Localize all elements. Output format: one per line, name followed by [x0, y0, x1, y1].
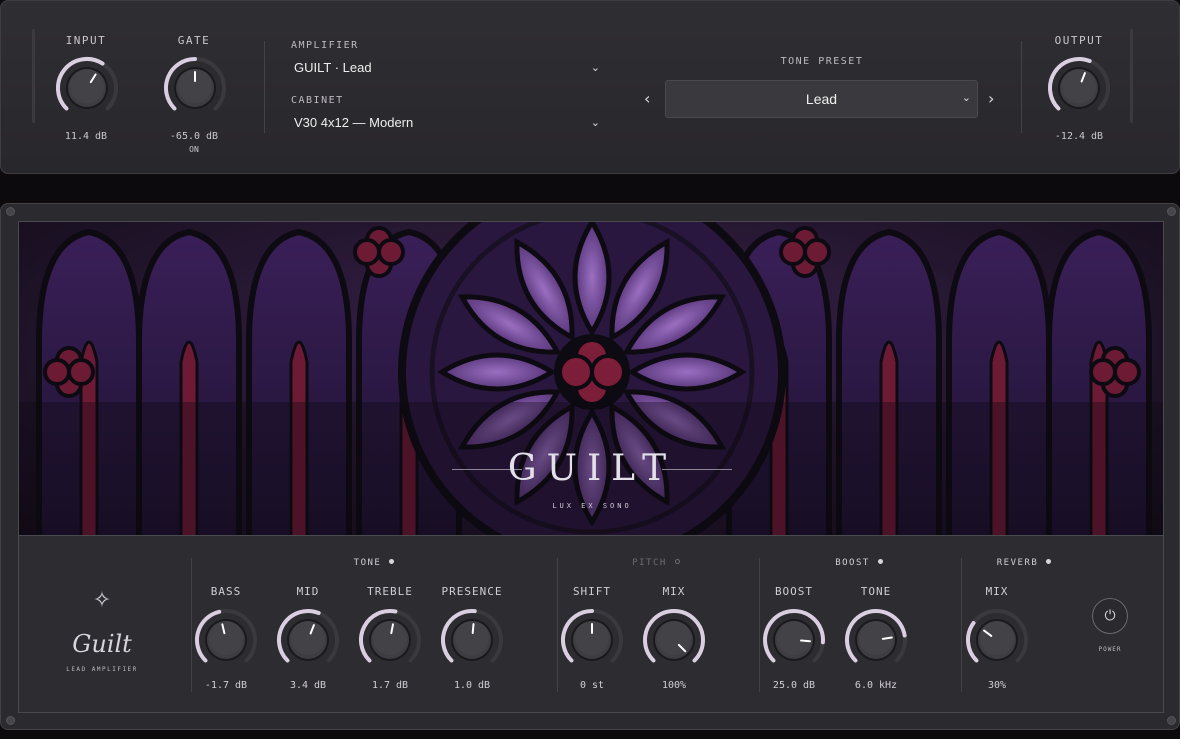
- tone-enabled-indicator[interactable]: [389, 559, 395, 564]
- tone-preset-label: TONE PRESET: [780, 56, 864, 67]
- output-knob[interactable]: [1047, 56, 1111, 120]
- gate-knob[interactable]: [163, 56, 227, 120]
- boost-knob[interactable]: [762, 608, 826, 672]
- reverb-mix-value: 30%: [987, 680, 1007, 691]
- pitch-section-header[interactable]: PITCH: [601, 558, 711, 568]
- boost-tone-label: TONE: [860, 585, 892, 598]
- divider: [191, 558, 192, 692]
- output-value: -12.4 dB: [1054, 131, 1104, 142]
- tone-preset-value: Lead: [805, 91, 838, 107]
- bass-value: -1.7 dB: [204, 680, 248, 691]
- reverb-mix-label: MIX: [985, 585, 1009, 598]
- cabinet-select[interactable]: V30 4x12 — Modern ⌄: [294, 111, 600, 133]
- amplifier-label: AMPLIFIER: [291, 40, 359, 51]
- treble-knob[interactable]: [358, 608, 422, 672]
- amplifier-select[interactable]: GUILT · Lead ⌄: [294, 56, 600, 78]
- screw: [1167, 716, 1176, 725]
- shift-value: 0 st: [579, 680, 605, 691]
- boost-label: BOOST: [774, 585, 814, 598]
- pitch-mix-value: 100%: [661, 680, 687, 691]
- reverb-section-header[interactable]: REVERB: [969, 558, 1079, 568]
- pitch-enabled-indicator[interactable]: [674, 559, 680, 564]
- chevron-down-icon: ⌄: [590, 61, 600, 74]
- screw: [6, 716, 15, 725]
- chevron-down-icon: ⌄: [961, 92, 971, 104]
- presence-knob[interactable]: [440, 608, 504, 672]
- reverb-enabled-indicator[interactable]: [1046, 559, 1052, 564]
- tone-section-title: TONE: [353, 558, 382, 568]
- tone-preset-select[interactable]: Lead ⌄: [665, 80, 978, 118]
- gate-value: -65.0 dB: [169, 131, 219, 142]
- preset-next-button[interactable]: ›: [988, 89, 994, 108]
- shift-knob[interactable]: [560, 608, 624, 672]
- pitch-mix-label: MIX: [662, 585, 686, 598]
- cabinet-value: V30 4x12 — Modern: [294, 114, 414, 130]
- mid-value: 3.4 dB: [289, 680, 327, 691]
- divider: [264, 41, 265, 133]
- sparkle-star-icon: ✧: [92, 588, 112, 613]
- screw: [1167, 207, 1176, 216]
- boost-enabled-indicator[interactable]: [877, 559, 883, 564]
- divider: [557, 558, 558, 692]
- bass-knob[interactable]: [194, 608, 258, 672]
- boost-tone-value: 6.0 kHz: [854, 680, 898, 691]
- tone-section-header[interactable]: TONE: [319, 558, 429, 568]
- brand-title: GUILT: [507, 448, 677, 489]
- mid-label: MID: [296, 585, 320, 598]
- presence-value: 1.0 dB: [453, 680, 491, 691]
- amp-panel: GUILT LUX EX SONO ✧ Guilt LEAD AMPLIFIER…: [0, 203, 1180, 730]
- input-label: INPUT: [65, 34, 107, 47]
- boost-section-title: BOOST: [835, 558, 870, 568]
- treble-label: TREBLE: [367, 585, 413, 598]
- power-icon: ⏻: [1104, 608, 1116, 624]
- divider: [1021, 41, 1022, 133]
- left-meter: [32, 29, 35, 123]
- output-label: OUTPUT: [1054, 34, 1104, 47]
- boost-tone-knob[interactable]: [844, 608, 908, 672]
- input-value: 11.4 dB: [64, 131, 108, 142]
- top-control-bar: INPUT 11.4 dB GATE -65.0 dB ON AMPLIFIER…: [0, 0, 1180, 174]
- preset-prev-button[interactable]: ‹: [644, 89, 650, 108]
- gate-label: GATE: [177, 34, 211, 47]
- logo-name: Guilt: [72, 630, 132, 658]
- pitch-mix-knob[interactable]: [642, 608, 706, 672]
- cabinet-label: CABINET: [291, 95, 344, 106]
- input-knob[interactable]: [55, 56, 119, 120]
- boost-value: 25.0 dB: [772, 680, 816, 691]
- amplifier-value: GUILT · Lead: [294, 59, 372, 75]
- shift-label: SHIFT: [572, 585, 612, 598]
- stained-glass-artwork: GUILT LUX EX SONO: [18, 221, 1164, 537]
- screw: [6, 207, 15, 216]
- reverb-mix-knob[interactable]: [965, 608, 1029, 672]
- power-label: POWER: [1098, 646, 1122, 653]
- pitch-section-title: PITCH: [632, 558, 667, 568]
- reverb-section-title: REVERB: [996, 558, 1039, 568]
- bass-label: BASS: [210, 585, 242, 598]
- right-meter: [1130, 29, 1133, 123]
- treble-value: 1.7 dB: [371, 680, 409, 691]
- brand-tagline: LUX EX SONO: [552, 502, 632, 510]
- mid-knob[interactable]: [276, 608, 340, 672]
- chevron-down-icon: ⌄: [590, 116, 600, 129]
- gate-status[interactable]: ON: [149, 145, 239, 154]
- boost-section-header[interactable]: BOOST: [804, 558, 914, 568]
- divider: [759, 558, 760, 692]
- divider: [961, 558, 962, 692]
- amp-controls: ✧ Guilt LEAD AMPLIFIER TONE PITCH BOOST …: [18, 535, 1164, 713]
- presence-label: PRESENCE: [441, 585, 503, 598]
- logo-subtitle: LEAD AMPLIFIER: [66, 666, 138, 673]
- stained-glass-image: [19, 222, 1163, 536]
- power-button[interactable]: ⏻: [1092, 598, 1128, 634]
